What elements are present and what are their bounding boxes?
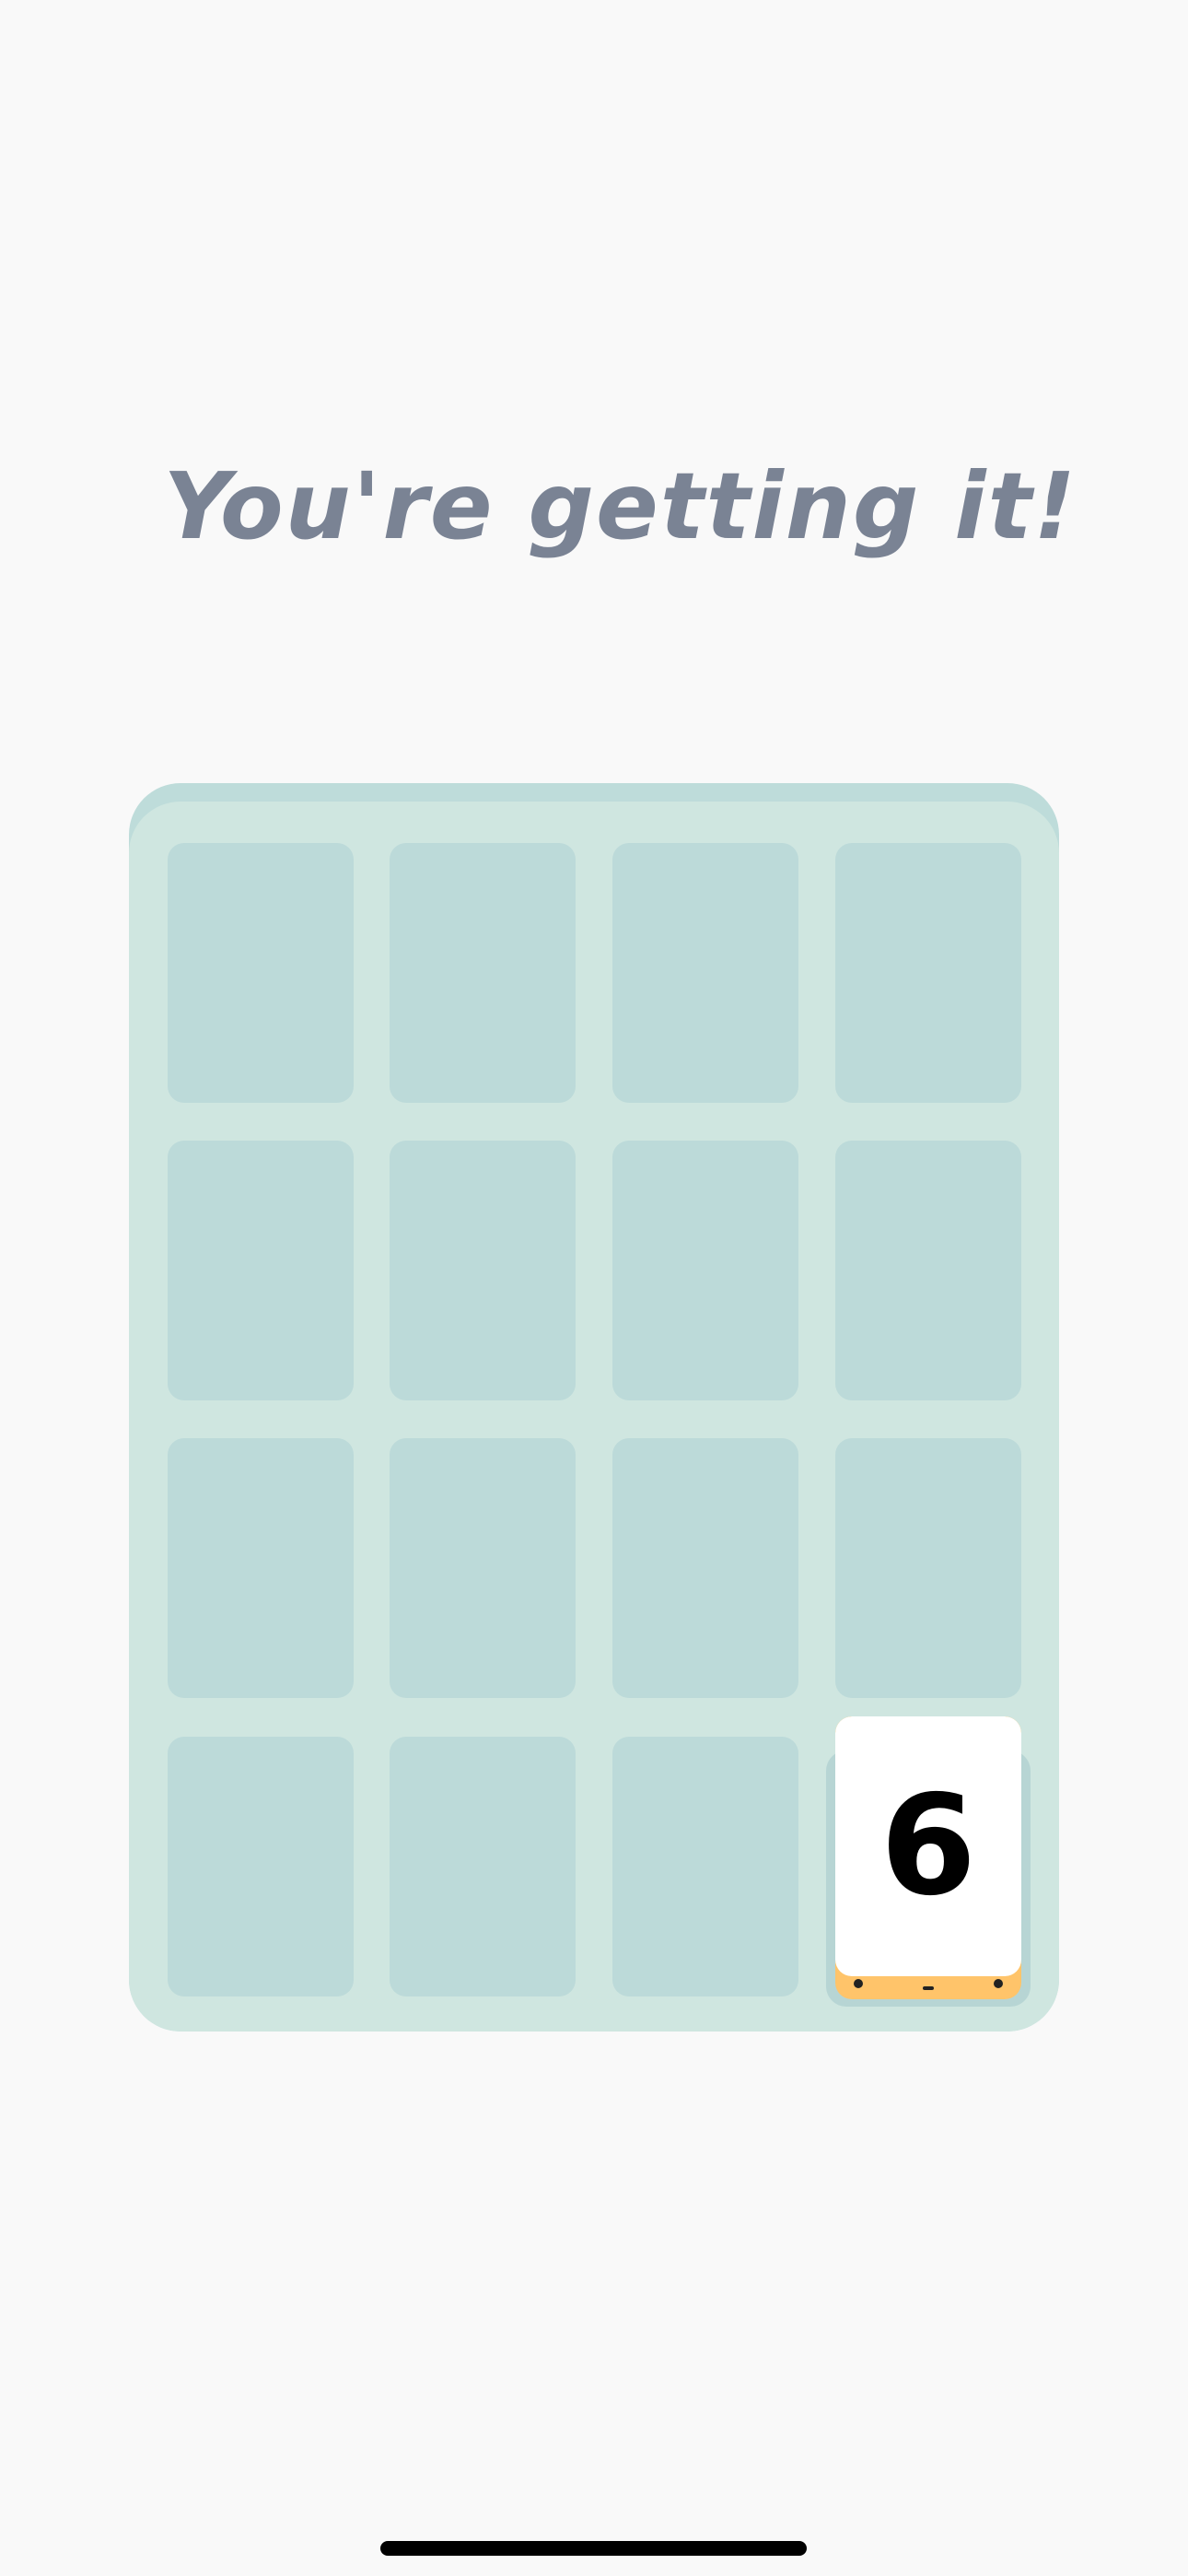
tile-mouth: [923, 1986, 934, 1990]
number-tile[interactable]: 6: [835, 1716, 1021, 1999]
tile-left-dot: [854, 1979, 863, 1988]
board-slot: [835, 1141, 1021, 1400]
tile-right-dot: [994, 1979, 1003, 1988]
board-slot: [612, 1141, 798, 1400]
board-slot: [168, 1737, 354, 1996]
board-slot: [612, 843, 798, 1103]
hint-headline: You're getting it!: [163, 452, 1077, 560]
board-slot: [390, 1737, 576, 1996]
board-slot: [612, 1737, 798, 1996]
home-indicator[interactable]: [380, 2541, 807, 2556]
board-slot: [390, 1141, 576, 1400]
board-slot: [835, 843, 1021, 1103]
board-slot: [390, 843, 576, 1103]
board-slot: [168, 843, 354, 1103]
board-slot: [168, 1438, 354, 1698]
board-slot: [612, 1438, 798, 1698]
tile-face: 6: [835, 1716, 1021, 1976]
board-slot: [390, 1438, 576, 1698]
tile-value: 6: [879, 1766, 977, 1926]
board-slot: [835, 1438, 1021, 1698]
board-slot: [168, 1141, 354, 1400]
